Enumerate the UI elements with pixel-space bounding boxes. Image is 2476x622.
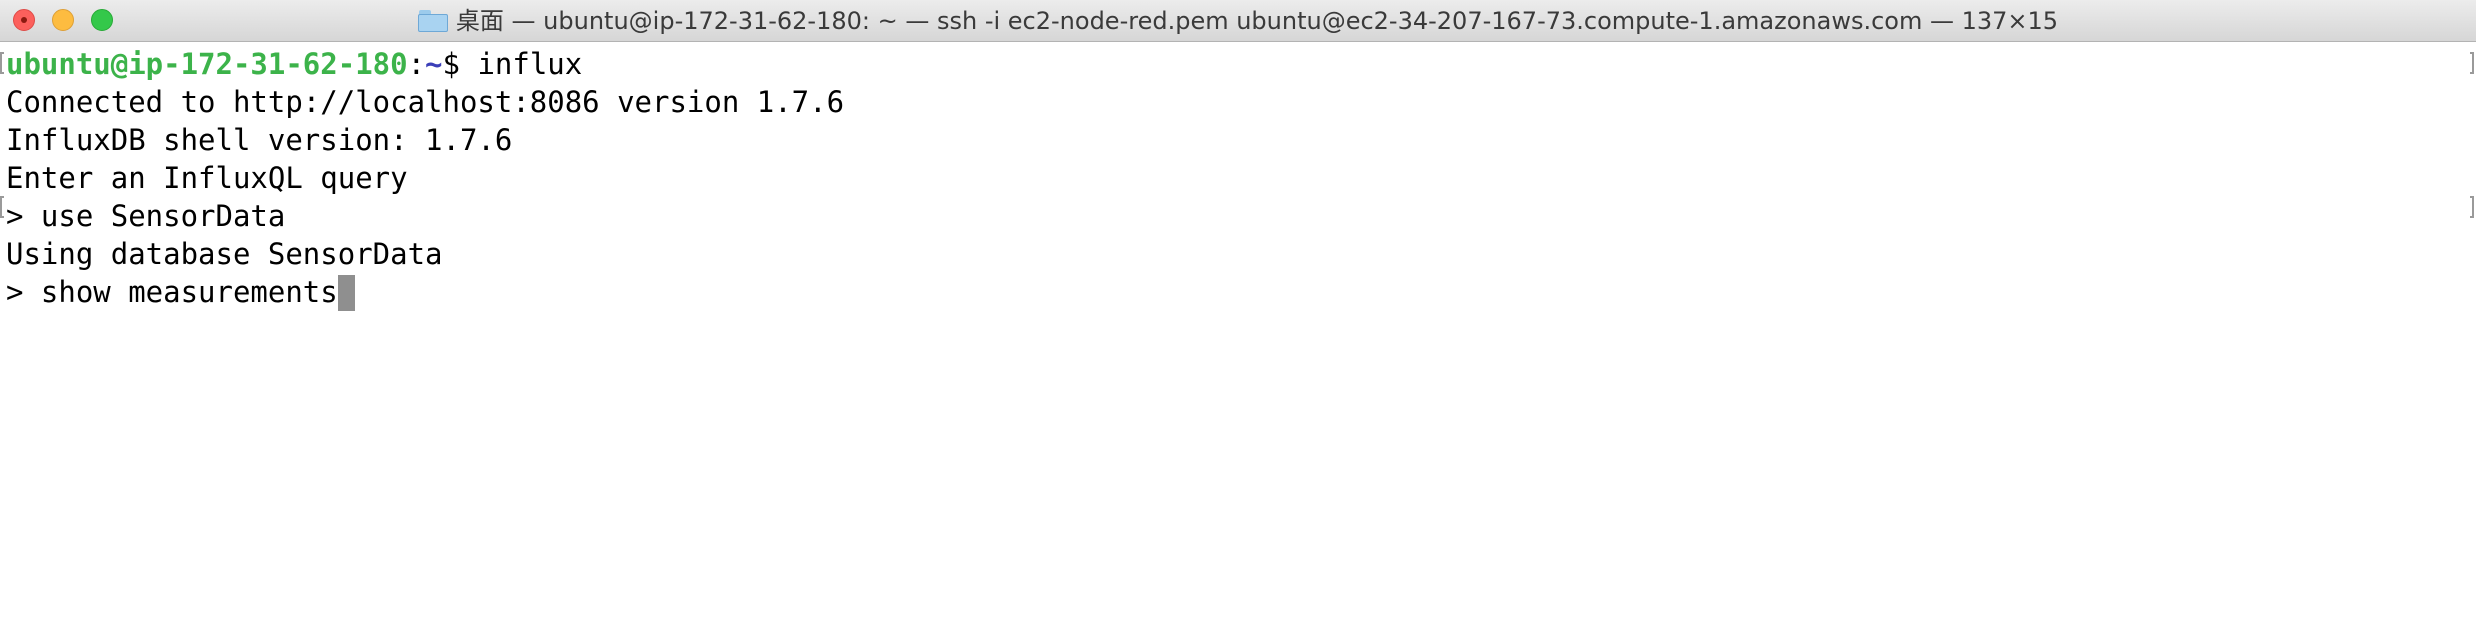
prompt-user-host: ubuntu@ip-172-31-62-180 <box>6 47 408 81</box>
output-line-enter-query: Enter an InfluxQL query <box>6 161 408 195</box>
prompt-line: ubuntu@ip-172-31-62-180:~$ influx <box>6 45 2476 83</box>
current-input-line[interactable]: > show measurements <box>6 273 2476 311</box>
output-line-connected: Connected to http://localhost:8086 versi… <box>6 85 845 119</box>
output-line-shell-version: InfluxDB shell version: 1.7.6 <box>6 123 513 157</box>
terminal-content[interactable]: ubuntu@ip-172-31-62-180:~$ influx Connec… <box>0 42 2476 622</box>
prompt-symbol: $ <box>442 47 478 81</box>
right-mark-prompt <box>2470 52 2474 74</box>
current-command: > show measurements <box>6 275 338 309</box>
prompt-command: influx <box>477 47 583 81</box>
prompt-colon: : <box>407 47 426 81</box>
left-mark-prompt <box>0 52 4 74</box>
output-line-using-database: Using database SensorData <box>6 237 443 271</box>
folder-icon <box>417 10 448 32</box>
terminal-window: 桌面 — ubuntu@ip-172-31-62-180: ~ — ssh -i… <box>0 0 2476 622</box>
query-use-database: > use SensorData <box>6 199 286 233</box>
prompt-path: ~ <box>425 47 443 81</box>
right-mark-query <box>2470 196 2474 218</box>
left-mark-query <box>0 196 4 218</box>
window-title: 桌面 — ubuntu@ip-172-31-62-180: ~ — ssh -i… <box>0 5 2476 37</box>
title-bar[interactable]: 桌面 — ubuntu@ip-172-31-62-180: ~ — ssh -i… <box>0 0 2476 42</box>
window-title-text: 桌面 — ubuntu@ip-172-31-62-180: ~ — ssh -i… <box>455 7 2059 35</box>
text-cursor <box>337 275 355 311</box>
